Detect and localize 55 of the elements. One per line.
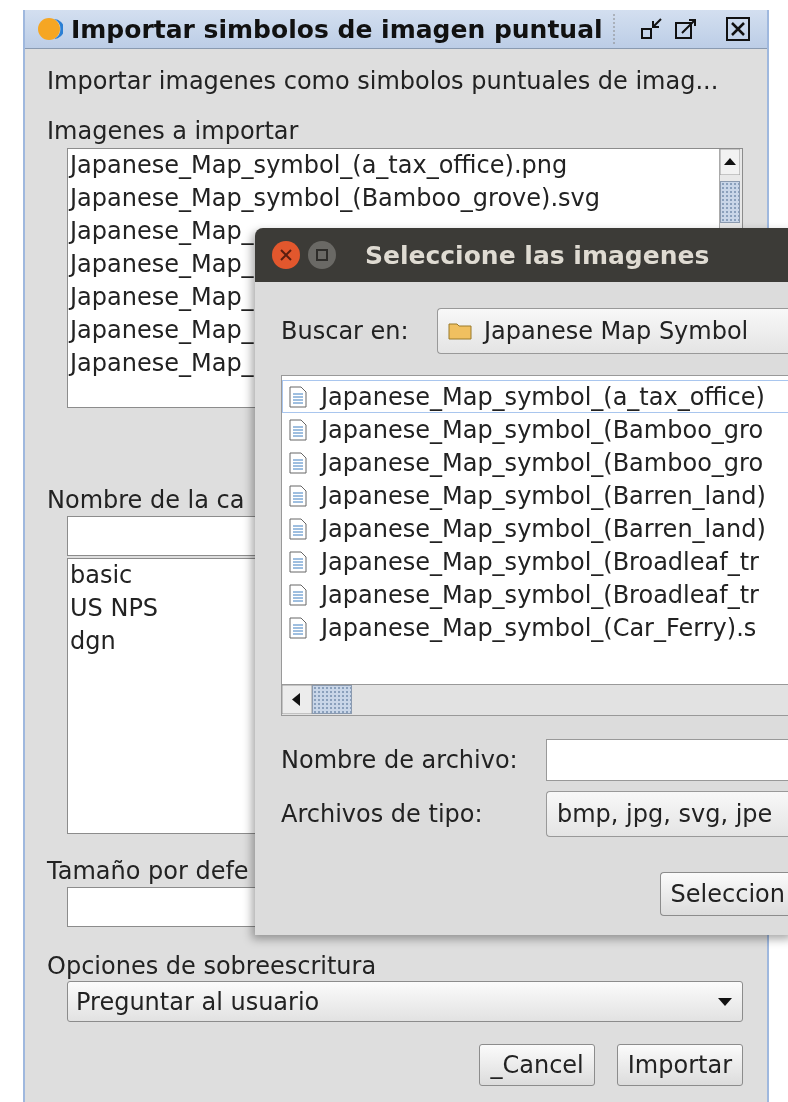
maximize-icon[interactable] [672, 16, 699, 42]
file-item[interactable]: Japanese_Map_symbol_(Broadleaf_tr [282, 545, 788, 578]
overwrite-label: Opciones de sobreescritura [47, 953, 377, 979]
image-item[interactable]: Japanese_Map_symbol_(a_tax_office).png [68, 149, 568, 182]
window-title: Importar simbolos de imagen puntual [71, 14, 603, 44]
category-label: Nombre de la ca [47, 487, 245, 513]
document-icon [289, 616, 307, 639]
file-item[interactable]: Japanese_Map_symbol_(Bamboo_gro [282, 413, 788, 446]
description-text: Importar imagenes como simbolos puntuales de imag... [47, 68, 719, 94]
minimize-icon[interactable] [638, 16, 665, 42]
file-item[interactable]: Japanese_Map_symbol_(Barren_land) [282, 479, 788, 512]
size-label: Tamaño por defe [47, 858, 249, 884]
document-icon [289, 517, 307, 540]
look-in-label: Buscar en: [281, 318, 410, 344]
overwrite-dropdown[interactable]: Preguntar al usuario [67, 981, 743, 1022]
file-type-dropdown[interactable]: bmp, jpg, svg, jpe [546, 791, 788, 837]
select-button[interactable]: Seleccion [659, 872, 788, 916]
cancel-button[interactable]: _Cancel [479, 1044, 595, 1086]
document-icon [289, 583, 307, 606]
file-item[interactable]: Japanese_Map_symbol_(Barren_land) [282, 512, 788, 545]
look-in-dropdown[interactable]: Japanese Map Symbol [437, 308, 788, 354]
category-item[interactable]: US NPS [68, 592, 159, 625]
app-logo-icon [37, 16, 63, 42]
import-button[interactable]: Importar [616, 1044, 743, 1086]
image-item[interactable]: Japanese_Map_ [68, 281, 254, 314]
file-item[interactable]: Japanese_Map_symbol_(Broadleaf_tr [282, 578, 788, 611]
file-item[interactable]: Japanese_Map_symbol_(a_tax_office) [282, 380, 788, 413]
category-item[interactable]: dgn [68, 625, 116, 658]
folder-icon [448, 322, 472, 340]
up-arrow-icon[interactable] [720, 149, 740, 175]
file-name-label: Nombre de archivo: [281, 747, 519, 773]
document-icon [289, 451, 307, 474]
left-arrow-icon[interactable] [282, 685, 312, 714]
image-item[interactable]: Japanese_Map_ [68, 248, 254, 281]
document-icon [289, 550, 307, 573]
document-icon [289, 385, 307, 408]
grip-icon [610, 14, 617, 44]
caret-icon [718, 997, 732, 1006]
image-item[interactable]: Japanese_Map_ [68, 215, 254, 248]
category-item[interactable]: basic [68, 559, 133, 592]
scroll-thumb[interactable] [720, 181, 740, 223]
close-icon[interactable] [724, 16, 751, 42]
dialog-title: Seleccione las imagenes [365, 240, 710, 270]
document-icon [289, 418, 307, 441]
file-item[interactable]: Japanese_Map_symbol_(Car_Ferry).s [282, 611, 788, 644]
image-item[interactable]: Japanese_Map_ [68, 314, 254, 347]
image-item[interactable]: Japanese_Map_symbol_(Bamboo_grove).svg [68, 182, 600, 215]
scrollbar[interactable] [282, 684, 788, 715]
scroll-thumb[interactable] [312, 685, 352, 714]
file-type-label: Archivos de tipo: [281, 801, 484, 827]
file-item[interactable]: Japanese_Map_symbol_(Bamboo_gro [282, 446, 788, 479]
image-item[interactable]: Japanese_Map_ [68, 347, 254, 380]
file-name-field[interactable] [546, 739, 788, 781]
images-label: Imagenes a importar [47, 118, 299, 144]
document-icon [289, 484, 307, 507]
